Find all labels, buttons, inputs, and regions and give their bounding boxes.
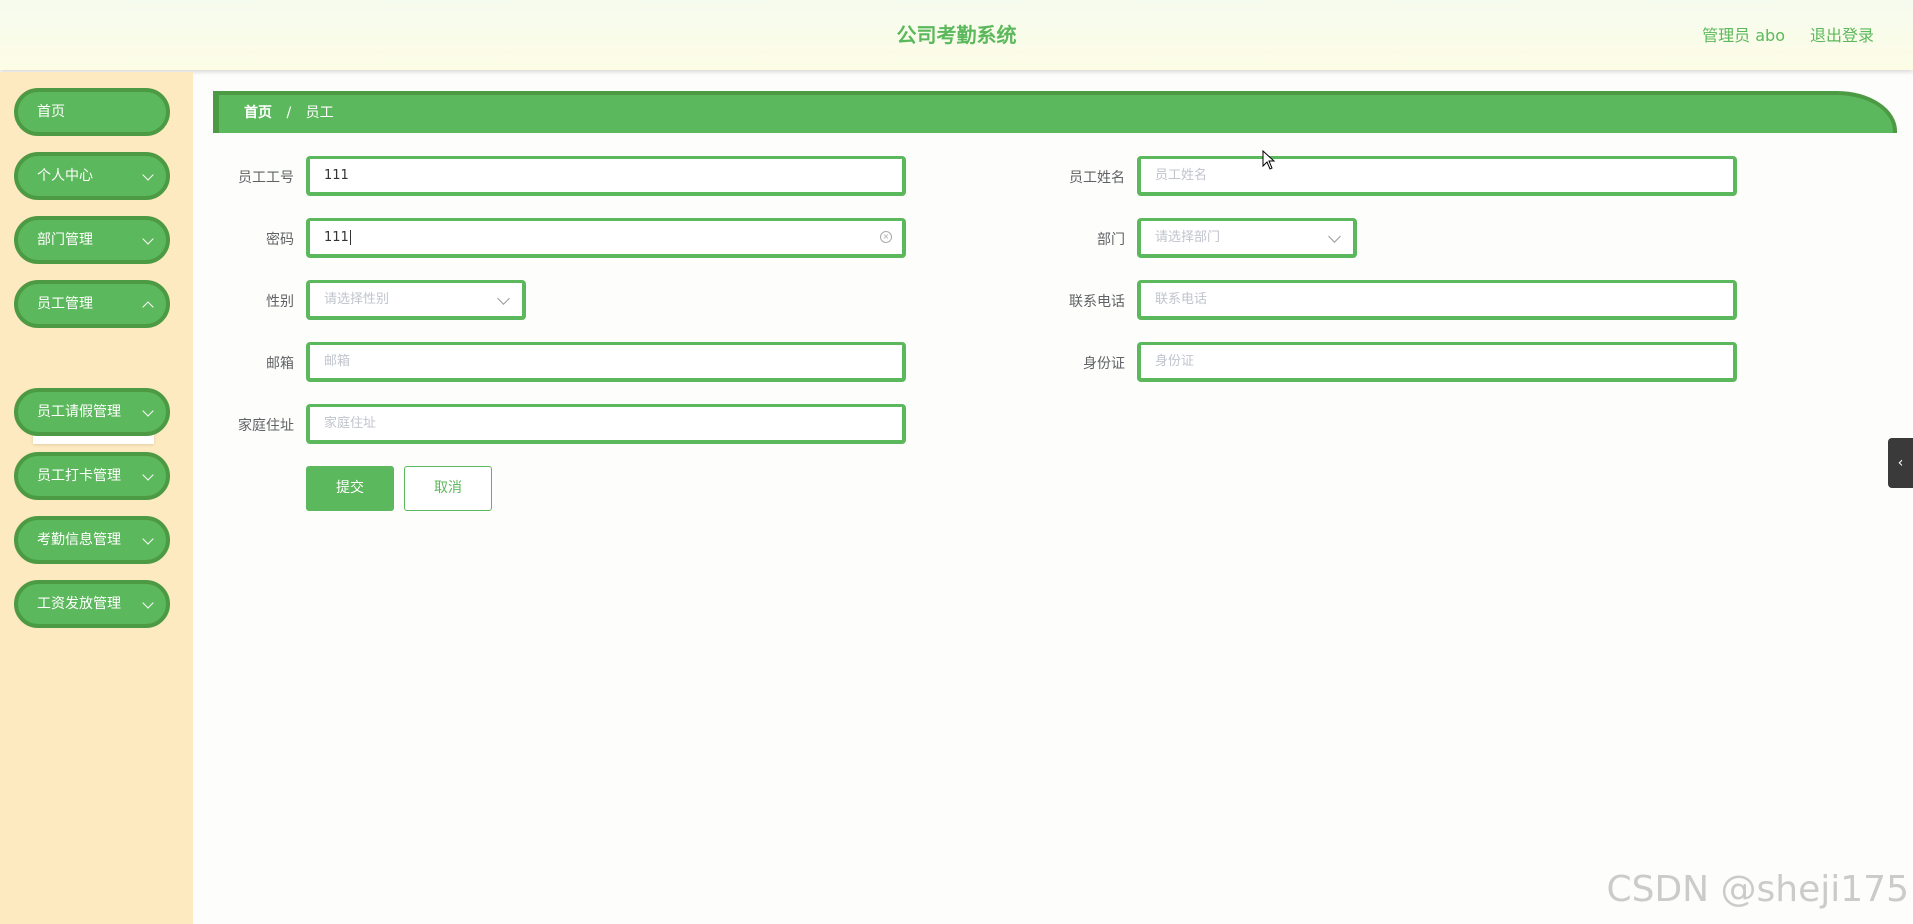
id-card-label: 身份证 (1083, 356, 1125, 372)
email-field[interactable]: 邮箱 (306, 342, 906, 382)
chevron-down-icon (142, 233, 154, 245)
app-title: 公司考勤系统 (896, 23, 1017, 47)
breadcrumb-current: 员工 (305, 105, 334, 121)
password-field[interactable]: 111 × (306, 218, 906, 258)
logout-link[interactable]: 退出登录 (1810, 22, 1874, 46)
chevron-down-icon (1328, 230, 1341, 243)
employee-name-field[interactable]: 员工姓名 (1137, 156, 1737, 196)
watermark: CSDN @sheji175 (1606, 869, 1909, 910)
employee-name-placeholder: 员工姓名 (1155, 168, 1208, 183)
sidebar-item-label: 员工请假管理 (37, 404, 121, 420)
sidebar: 首页 个人中心 部门管理 员工管理 员工 员工请假管理 员工打卡管理 考勤信息管… (0, 72, 193, 924)
sidebar-item-label: 员工打卡管理 (37, 468, 121, 484)
sidebar-item-employee-management[interactable]: 员工管理 (14, 280, 170, 328)
gender-select[interactable]: 请选择性别 (306, 280, 526, 320)
sidebar-item-attendance[interactable]: 考勤信息管理 (14, 516, 170, 564)
department-select[interactable]: 请选择部门 (1137, 218, 1357, 258)
employee-no-label: 员工工号 (238, 170, 294, 186)
sidebar-item-label: 个人中心 (37, 168, 93, 184)
chevron-left-icon: ‹ (1897, 455, 1904, 471)
department-placeholder: 请选择部门 (1155, 230, 1221, 245)
sidebar-item-label: 员工管理 (37, 296, 93, 312)
sidebar-item-clock-in[interactable]: 员工打卡管理 (14, 452, 170, 500)
breadcrumb: 首页 / 员工 (213, 91, 1897, 133)
password-label: 密码 (266, 232, 294, 248)
email-placeholder: 邮箱 (324, 354, 351, 369)
id-card-field[interactable]: 身份证 (1137, 342, 1737, 382)
sidebar-item-salary[interactable]: 工资发放管理 (14, 580, 170, 628)
chevron-down-icon (142, 469, 154, 481)
address-label: 家庭住址 (238, 418, 294, 434)
chevron-down-icon (142, 533, 154, 545)
chevron-up-icon (142, 301, 154, 313)
employee-name-label: 员工姓名 (1069, 170, 1125, 186)
sidebar-item-personal-center[interactable]: 个人中心 (14, 152, 170, 200)
phone-placeholder: 联系电话 (1155, 292, 1208, 307)
phone-label: 联系电话 (1069, 294, 1125, 310)
current-user: 管理员 abo (1702, 26, 1785, 45)
sidebar-item-leave[interactable]: 员工请假管理 (14, 388, 170, 436)
chevron-down-icon (142, 169, 154, 181)
phone-field[interactable]: 联系电话 (1137, 280, 1737, 320)
mouse-cursor-icon (1262, 150, 1276, 170)
email-label: 邮箱 (266, 356, 294, 372)
chevron-down-icon (142, 405, 154, 417)
address-placeholder: 家庭住址 (324, 416, 377, 431)
submit-button[interactable]: 提交 (306, 466, 394, 511)
gender-placeholder: 请选择性别 (324, 292, 390, 307)
department-label: 部门 (1097, 232, 1125, 248)
employee-no-field[interactable]: 111 (306, 156, 906, 196)
cancel-button[interactable]: 取消 (404, 466, 492, 511)
text-caret (349, 230, 351, 245)
breadcrumb-home[interactable]: 首页 (244, 105, 272, 121)
top-header: 公司考勤系统 管理员 abo 退出登录 (0, 0, 1913, 70)
chevron-down-icon (497, 292, 510, 305)
id-card-placeholder: 身份证 (1155, 354, 1195, 369)
clear-icon[interactable]: × (880, 231, 892, 243)
gender-label: 性别 (266, 294, 294, 310)
sidebar-item-label: 部门管理 (37, 232, 93, 248)
sidebar-item-label: 首页 (37, 104, 65, 120)
sidebar-item-label: 工资发放管理 (37, 596, 121, 612)
password-value: 111 (324, 230, 349, 245)
address-field[interactable]: 家庭住址 (306, 404, 906, 444)
employee-no-value: 111 (324, 168, 349, 183)
collapse-toggle[interactable]: ‹ (1888, 438, 1913, 488)
sidebar-item-label: 考勤信息管理 (37, 532, 121, 548)
breadcrumb-separator: / (286, 105, 292, 121)
sidebar-item-home[interactable]: 首页 (14, 88, 170, 136)
chevron-down-icon (142, 597, 154, 609)
sidebar-item-department[interactable]: 部门管理 (14, 216, 170, 264)
